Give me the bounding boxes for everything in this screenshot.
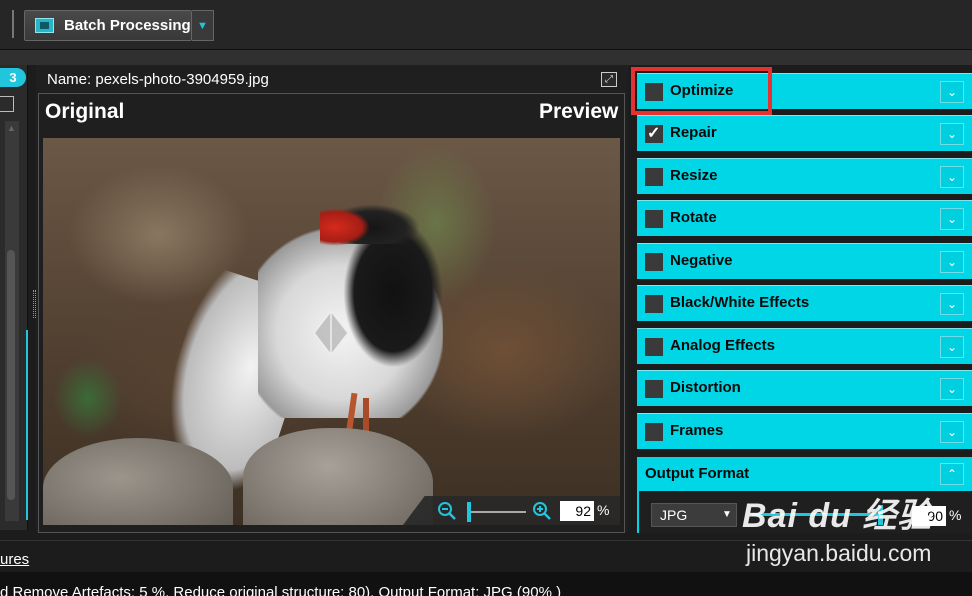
preview-label: Preview [539, 100, 619, 123]
image-count-badge: 3 [0, 68, 26, 87]
section-label: Resize [670, 167, 718, 184]
chevron-down-icon[interactable]: ⌄ [940, 336, 964, 358]
zoom-slider-knob[interactable] [467, 502, 471, 522]
section-label: Analog Effects [670, 337, 776, 354]
selection-accent [26, 330, 28, 520]
distortion-checkbox[interactable] [645, 380, 663, 398]
status-text: d Remove Artefacts: 5 %, Reduce original… [0, 584, 562, 596]
section-analog-effects[interactable]: Analog Effects ⌄ [637, 328, 972, 364]
scroll-up-icon[interactable]: ▲ [7, 123, 16, 133]
output-format-label: Output Format [645, 465, 750, 482]
file-name-row: Name: pexels-photo-3904959.jpg ⤢ [36, 66, 628, 92]
batch-image-icon [35, 18, 54, 33]
format-select[interactable]: JPG ▼ [651, 503, 737, 527]
chevron-down-icon[interactable]: ⌄ [940, 378, 964, 400]
chevron-down-icon[interactable]: ⌄ [940, 251, 964, 273]
baidu-watermark: Bai du 经验 jingyan.baidu.com [742, 488, 931, 578]
section-label: Frames [670, 422, 724, 439]
scrollbar-thumb[interactable] [7, 250, 15, 500]
resize-checkbox[interactable] [645, 168, 663, 186]
section-label: Rotate [670, 209, 717, 226]
preview-image[interactable] [43, 138, 620, 525]
watermark-url: jingyan.baidu.com [746, 540, 932, 566]
chevron-up-icon[interactable]: ⌃ [940, 463, 964, 485]
section-repair[interactable]: Repair ⌄ [637, 115, 972, 151]
analog-effects-checkbox[interactable] [645, 338, 663, 356]
compare-slider-handle[interactable] [313, 310, 349, 356]
chevron-down-icon: ▼ [722, 509, 732, 520]
chevron-down-icon[interactable]: ⌄ [940, 166, 964, 188]
chevron-down-icon[interactable]: ⌄ [940, 208, 964, 230]
section-label: Repair [670, 124, 717, 141]
quality-unit: % [949, 507, 962, 523]
chevron-down-icon[interactable]: ⌄ [940, 123, 964, 145]
batch-processing-button[interactable]: Batch Processing [24, 10, 192, 41]
section-label: Negative [670, 252, 733, 269]
format-value: JPG [660, 507, 688, 523]
expand-icon[interactable]: ⤢ [601, 72, 617, 87]
zoom-in-icon[interactable] [532, 501, 552, 521]
batch-processing-label: Batch Processing [64, 17, 191, 34]
zoom-input[interactable]: 92 [560, 501, 594, 521]
section-negative[interactable]: Negative ⌄ [637, 243, 972, 279]
toolbar: Batch Processing ▼ [0, 0, 972, 50]
subbar [0, 50, 972, 65]
rotate-checkbox[interactable] [645, 210, 663, 228]
chevron-down-icon[interactable]: ⌄ [940, 293, 964, 315]
features-link[interactable]: ures [0, 551, 29, 568]
output-format-header[interactable]: Output Format ⌃ [637, 457, 972, 491]
chevron-down-icon[interactable]: ⌄ [940, 81, 964, 103]
section-label: Black/White Effects [670, 294, 810, 311]
section-label: Distortion [670, 379, 741, 396]
select-all-checkbox[interactable] [0, 96, 14, 112]
section-resize[interactable]: Resize ⌄ [637, 158, 972, 194]
original-label: Original [45, 100, 125, 123]
section-rotate[interactable]: Rotate ⌄ [637, 200, 972, 236]
file-name: Name: pexels-photo-3904959.jpg [47, 71, 269, 88]
chevron-down-icon[interactable]: ⌄ [940, 421, 964, 443]
zoom-unit: % [597, 502, 610, 518]
toolbar-separator [12, 10, 14, 38]
section-frames[interactable]: Frames ⌄ [637, 413, 972, 449]
bw-effects-checkbox[interactable] [645, 295, 663, 313]
highlight-box [631, 67, 772, 115]
repair-checkbox[interactable] [645, 123, 663, 143]
negative-checkbox[interactable] [645, 253, 663, 271]
chevron-down-icon[interactable]: ▼ [192, 10, 214, 41]
section-distortion[interactable]: Distortion ⌄ [637, 370, 972, 406]
watermark-logo: Bai du 经验 [742, 497, 933, 535]
zoom-slider-track[interactable] [468, 511, 526, 513]
section-bw-effects[interactable]: Black/White Effects ⌄ [637, 285, 972, 321]
frames-checkbox[interactable] [645, 423, 663, 441]
zoom-out-icon[interactable] [437, 501, 457, 521]
